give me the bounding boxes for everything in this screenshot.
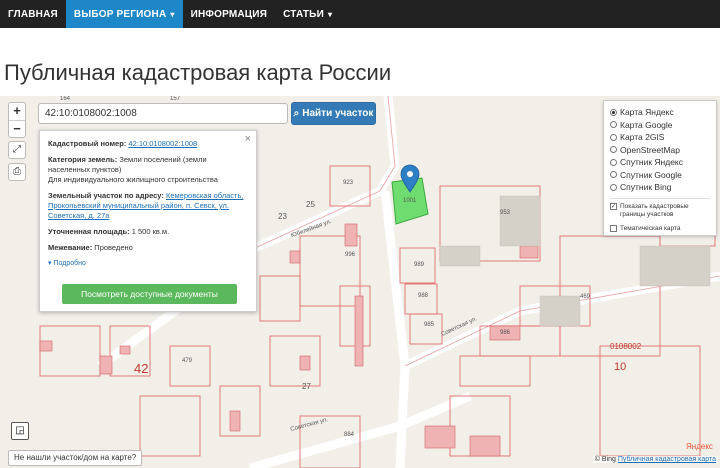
page-title: Публичная кадастровая карта России — [4, 60, 392, 85]
zoom-in-button[interactable]: + — [9, 103, 25, 120]
radio-icon[interactable] — [610, 171, 617, 179]
radio-icon[interactable] — [610, 183, 617, 191]
plot-number: 986 — [500, 330, 511, 336]
overlay-cadastre-option[interactable]: ✓ Показать кадастровые границы участков — [610, 202, 710, 223]
layer-option[interactable]: Карта Яндекс — [610, 106, 710, 119]
radio-icon[interactable] — [610, 146, 617, 154]
cad-number-label: Кадастровый номер: — [48, 139, 127, 148]
layer-label: Карта Яндекс — [620, 107, 674, 118]
block-number: 42 — [134, 361, 149, 376]
layer-option[interactable]: Спутник Google — [610, 169, 710, 182]
layer-label: OpenStreetMap — [620, 144, 681, 155]
chevron-down-icon: ▾ — [170, 9, 175, 19]
checkbox-icon[interactable] — [610, 225, 617, 233]
area-value: 1 500 кв.м. — [131, 227, 170, 236]
nav-articles[interactable]: СТАТЬИ ▾ — [275, 0, 340, 28]
nav-info-label: ИНФОРМАЦИЯ — [190, 8, 268, 20]
plot-number: 25 — [306, 200, 315, 209]
layer-label: Карта 2GIS — [620, 132, 665, 143]
zoom-control: + − — [8, 102, 26, 138]
overlay-thematic-option[interactable]: Тематическая карта — [610, 223, 710, 236]
plot-number: 985 — [424, 322, 435, 328]
nav-info[interactable]: ИНФОРМАЦИЯ — [183, 0, 276, 28]
layer-option[interactable]: OpenStreetMap — [610, 144, 710, 157]
layer-option[interactable]: Спутник Яндекс — [610, 156, 710, 169]
plot-number: 923 — [343, 180, 354, 186]
yandex-watermark: Яндекс — [686, 442, 713, 451]
nav-home-label: ГЛАВНАЯ — [8, 8, 58, 20]
close-icon[interactable]: × — [245, 134, 251, 145]
divider — [610, 197, 710, 199]
radio-icon[interactable] — [610, 108, 617, 116]
checkbox-checked-icon[interactable]: ✓ — [610, 202, 617, 210]
more-details-link[interactable]: ▾ Подробно — [48, 259, 248, 269]
caret-down-icon: ▾ — [48, 260, 52, 267]
search-input[interactable]: 42:10:0108002:1008 — [38, 103, 288, 124]
survey-value: Проведено — [94, 243, 133, 252]
chevron-down-icon: ▾ — [327, 9, 333, 19]
find-plot-button[interactable]: ⌕ Найти участок — [291, 102, 376, 125]
category-label: Категория земель: — [48, 155, 118, 164]
radio-icon[interactable] — [610, 133, 617, 141]
search-icon: ⌕ — [293, 108, 300, 119]
fullscreen-icon[interactable]: ⤢ — [8, 141, 26, 159]
layer-label: Спутник Google — [620, 169, 682, 180]
area-label: Уточненная площадь: — [48, 227, 130, 236]
plot-number: 469 — [580, 294, 591, 300]
attribution-link[interactable]: Публичная кадастровая карта — [618, 456, 716, 463]
plot-number: 996 — [345, 252, 356, 258]
plot-number: 157 — [170, 96, 181, 102]
view-documents-button[interactable]: Посмотреть доступные документы — [62, 284, 237, 304]
cad-number-link[interactable]: 42:10:0108002:1008 — [128, 139, 197, 148]
attribution-prefix: © Bing — [594, 456, 616, 463]
legend-icon[interactable]: ◲ — [11, 422, 29, 440]
layers-panel: Карта Яндекс Карта Google Карта 2GIS Ope… — [603, 100, 717, 236]
plot-number: 23 — [278, 212, 287, 221]
plot-number: 989 — [414, 262, 425, 268]
survey-label: Межевание: — [48, 243, 93, 252]
layer-option[interactable]: Карта Google — [610, 119, 710, 132]
layer-option[interactable]: Карта 2GIS — [610, 131, 710, 144]
layer-option[interactable]: Спутник Bing — [610, 181, 710, 194]
plot-number: 953 — [500, 210, 511, 216]
quarter-number: 0108002 — [610, 342, 642, 351]
permitted-use-value: Для индивидуального жилищного строительс… — [48, 175, 218, 184]
layer-label: Спутник Bing — [620, 182, 672, 193]
not-found-link[interactable]: Не нашли участок/дом на карте? — [8, 450, 143, 466]
plot-number: 884 — [344, 432, 355, 438]
cadastral-map[interactable]: 164 157 923 953 996 989 988 985 986 469 … — [0, 96, 720, 468]
radio-icon[interactable] — [610, 121, 617, 129]
top-navbar: ГЛАВНАЯ ВЫБОР РЕГИОНА ▾ ИНФОРМАЦИЯ СТАТЬИ… — [0, 0, 720, 28]
block-number: 10 — [614, 361, 627, 373]
print-icon[interactable]: ⎙ — [8, 163, 26, 181]
nav-home[interactable]: ГЛАВНАЯ — [0, 0, 66, 28]
more-details-label: Подробно — [53, 260, 86, 267]
address-label: Земельный участок по адресу: — [48, 191, 164, 200]
zoom-out-button[interactable]: − — [9, 120, 25, 137]
map-attribution: © Bing Публичная кадастровая карта — [592, 456, 718, 463]
nav-region-label: ВЫБОР РЕГИОНА — [73, 8, 167, 20]
overlay-label: Тематическая карта — [620, 224, 681, 232]
find-plot-button-label: Найти участок — [302, 108, 374, 119]
plot-info-popup: × Кадастровый номер: 42:10:0108002:1008 … — [39, 130, 257, 312]
nav-region[interactable]: ВЫБОР РЕГИОНА ▾ — [65, 0, 183, 28]
plot-number: 27 — [302, 382, 311, 391]
plot-number: 479 — [182, 358, 193, 364]
plot-number: 988 — [418, 293, 429, 299]
radio-icon[interactable] — [610, 158, 617, 166]
layer-label: Карта Google — [620, 119, 673, 130]
nav-articles-label: СТАТЬИ — [283, 8, 324, 20]
plot-number: 164 — [60, 96, 71, 102]
plot-number: 1001 — [403, 198, 417, 204]
layer-label: Спутник Яндекс — [620, 157, 683, 168]
overlay-label: Показать кадастровые границы участков — [620, 202, 689, 218]
